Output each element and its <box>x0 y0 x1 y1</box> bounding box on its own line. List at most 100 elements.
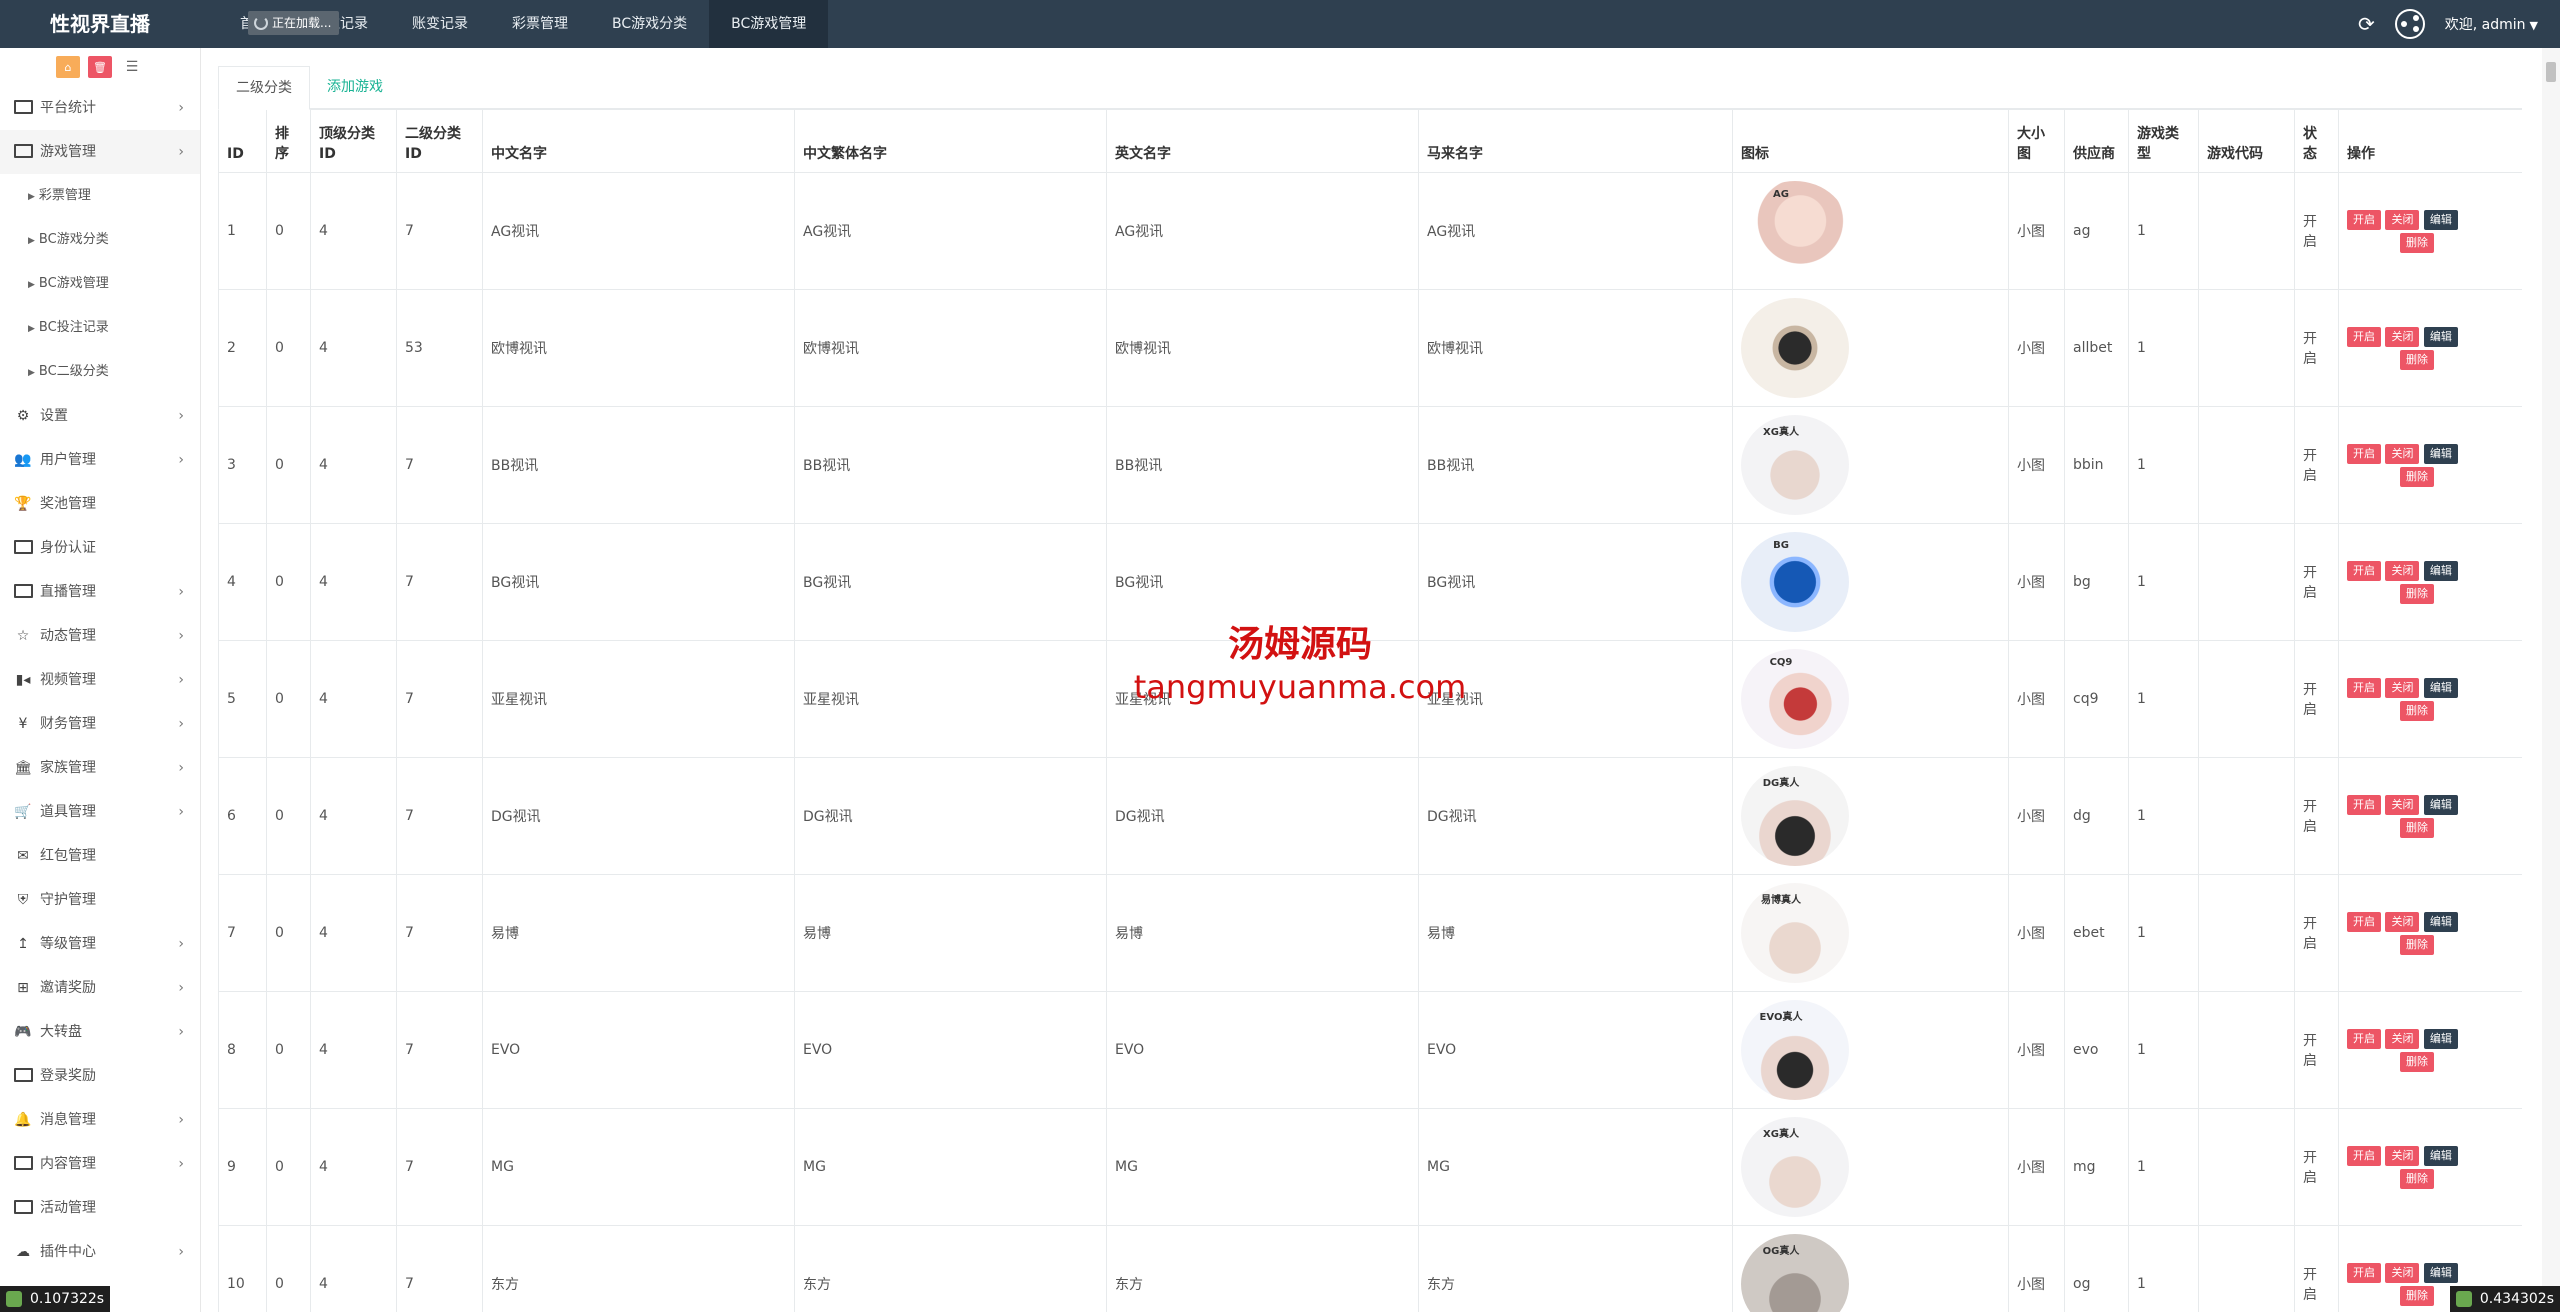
edit-button[interactable]: 编辑 <box>2423 444 2458 464</box>
open-button[interactable]: 开启 <box>2347 1029 2381 1049</box>
game-thumbnail[interactable]: BG <box>1741 532 1849 632</box>
open-button[interactable]: 开启 <box>2347 912 2381 932</box>
sidebar-item-game-management[interactable]: 游戏管理 › <box>0 130 200 174</box>
sidebar-item-users[interactable]: 👥 用户管理 › <box>0 438 200 482</box>
trash-icon[interactable]: 🗑 <box>88 56 112 78</box>
edit-button[interactable]: 编辑 <box>2423 210 2458 230</box>
close-button[interactable]: 关闭 <box>2385 795 2420 815</box>
open-button[interactable]: 开启 <box>2347 678 2381 698</box>
delete-button[interactable]: 删除 <box>2400 1169 2434 1189</box>
col-header-game-type[interactable]: 游戏类型 <box>2128 109 2199 173</box>
delete-button[interactable]: 删除 <box>2400 584 2434 604</box>
sidebar-item-login-reward[interactable]: 登录奖励 <box>0 1054 200 1098</box>
sidebar-item-platform-stats[interactable]: 平台统计 › <box>0 86 200 130</box>
sidebar-item-invite[interactable]: ⊞ 邀请奖励 › <box>0 966 200 1010</box>
edit-button[interactable]: 编辑 <box>2423 678 2458 698</box>
edit-button[interactable]: 编辑 <box>2423 1146 2458 1166</box>
sidebar-item-jackpot[interactable]: 🏆 奖池管理 <box>0 482 200 526</box>
top-nav-account-changes[interactable]: 账变记录 <box>390 0 490 48</box>
open-button[interactable]: 开启 <box>2347 327 2381 347</box>
close-button[interactable]: 关闭 <box>2385 561 2420 581</box>
game-thumbnail[interactable]: CQ9 <box>1741 649 1849 749</box>
close-button[interactable]: 关闭 <box>2385 1263 2420 1283</box>
sidebar-item-redpacket[interactable]: ✉ 红包管理 <box>0 834 200 878</box>
game-thumbnail[interactable]: OG真人 <box>1741 1234 1849 1312</box>
col-header-status[interactable]: 状态 <box>2294 109 2339 173</box>
sidebar-item-activities[interactable]: 活动管理 <box>0 1186 200 1230</box>
sidebar-item-live[interactable]: 直播管理 › <box>0 570 200 614</box>
scrollbar-thumb[interactable] <box>2546 62 2556 82</box>
game-thumbnail[interactable]: 易博真人 <box>1741 883 1849 983</box>
top-nav-bc-games[interactable]: BC游戏管理 <box>709 0 829 48</box>
sidebar-subitem-bc-games[interactable]: ▶ BC游戏管理 <box>0 262 200 306</box>
home-icon[interactable]: ⌂ <box>56 56 80 78</box>
game-thumbnail[interactable]: XG真人 <box>1741 1117 1849 1217</box>
sidebar-item-plugins[interactable]: ☁ 插件中心 › <box>0 1230 200 1274</box>
sidebar-item-wheel[interactable]: 🎮 大转盘 › <box>0 1010 200 1054</box>
game-thumbnail[interactable] <box>1741 298 1849 398</box>
sidebar-item-settings[interactable]: ⚙ 设置 › <box>0 394 200 438</box>
col-header-en-name[interactable]: 英文名字 <box>1106 109 1419 173</box>
delete-button[interactable]: 删除 <box>2400 467 2434 487</box>
edit-button[interactable]: 编辑 <box>2423 1263 2458 1283</box>
col-header-ms-name[interactable]: 马来名字 <box>1418 109 1733 173</box>
sidebar-item-moments[interactable]: ☆ 动态管理 › <box>0 614 200 658</box>
sidebar-item-finance[interactable]: ¥ 财务管理 › <box>0 702 200 746</box>
vertical-scrollbar[interactable] <box>2542 48 2560 1312</box>
game-thumbnail[interactable]: AG <box>1741 181 1849 281</box>
col-header-sort[interactable]: 排序 <box>266 109 311 173</box>
col-header-cn-name[interactable]: 中文名字 <box>482 109 795 173</box>
edit-button[interactable]: 编辑 <box>2423 912 2458 932</box>
game-thumbnail[interactable]: EVO真人 <box>1741 1000 1849 1100</box>
top-nav-lottery[interactable]: 彩票管理 <box>490 0 590 48</box>
col-header-size[interactable]: 大小图 <box>2008 109 2065 173</box>
col-header-top-category[interactable]: 顶级分类ID <box>310 109 397 173</box>
delete-button[interactable]: 删除 <box>2400 1286 2434 1306</box>
game-thumbnail[interactable]: DG真人 <box>1741 766 1849 866</box>
sidebar-subitem-bc-subcategories[interactable]: ▶ BC二级分类 <box>0 350 200 394</box>
sidebar-item-videos[interactable]: ▮◂ 视频管理 › <box>0 658 200 702</box>
col-header-icon[interactable]: 图标 <box>1732 109 2009 173</box>
edit-button[interactable]: 编辑 <box>2423 795 2458 815</box>
close-button[interactable]: 关闭 <box>2385 678 2420 698</box>
sidebar-item-family[interactable]: 🏛 家族管理 › <box>0 746 200 790</box>
tab-add-game[interactable]: 添加游戏 <box>310 66 400 108</box>
sidebar-item-content[interactable]: 内容管理 › <box>0 1142 200 1186</box>
delete-button[interactable]: 删除 <box>2400 935 2434 955</box>
sidebar-subitem-lottery[interactable]: ▶ 彩票管理 <box>0 174 200 218</box>
sidebar-subitem-bc-bets[interactable]: ▶ BC投注记录 <box>0 306 200 350</box>
list-icon[interactable]: ☰ <box>120 56 144 78</box>
close-button[interactable]: 关闭 <box>2385 444 2420 464</box>
game-thumbnail[interactable]: XG真人 <box>1741 415 1849 515</box>
delete-button[interactable]: 删除 <box>2400 350 2434 370</box>
col-header-tw-name[interactable]: 中文繁体名字 <box>794 109 1107 173</box>
edit-button[interactable]: 编辑 <box>2423 1029 2458 1049</box>
top-nav-bc-categories[interactable]: BC游戏分类 <box>590 0 709 48</box>
sidebar-item-messages[interactable]: 🔔 消息管理 › <box>0 1098 200 1142</box>
close-button[interactable]: 关闭 <box>2385 327 2420 347</box>
open-button[interactable]: 开启 <box>2347 1263 2381 1283</box>
refresh-icon[interactable]: ⟳ <box>2358 14 2375 34</box>
delete-button[interactable]: 删除 <box>2400 701 2434 721</box>
brand-logo[interactable]: 性视界直播 <box>0 0 200 48</box>
share-avatar-icon[interactable] <box>2394 9 2425 39</box>
open-button[interactable]: 开启 <box>2347 444 2381 464</box>
delete-button[interactable]: 删除 <box>2400 818 2434 838</box>
col-header-vendor[interactable]: 供应商 <box>2064 109 2129 173</box>
col-header-game-code[interactable]: 游戏代码 <box>2198 109 2295 173</box>
close-button[interactable]: 关闭 <box>2385 210 2420 230</box>
col-header-id[interactable]: ID <box>218 109 267 173</box>
open-button[interactable]: 开启 <box>2347 1146 2381 1166</box>
edit-button[interactable]: 编辑 <box>2423 561 2458 581</box>
delete-button[interactable]: 删除 <box>2400 1052 2434 1072</box>
delete-button[interactable]: 删除 <box>2400 233 2434 253</box>
open-button[interactable]: 开启 <box>2347 795 2381 815</box>
sidebar-item-levels[interactable]: ↥ 等级管理 › <box>0 922 200 966</box>
sidebar-item-guard[interactable]: ⛨ 守护管理 <box>0 878 200 922</box>
close-button[interactable]: 关闭 <box>2385 912 2420 932</box>
sidebar-subitem-bc-categories[interactable]: ▶ BC游戏分类 <box>0 218 200 262</box>
edit-button[interactable]: 编辑 <box>2423 327 2458 347</box>
close-button[interactable]: 关闭 <box>2385 1029 2420 1049</box>
sidebar-item-props[interactable]: 🛒 道具管理 › <box>0 790 200 834</box>
open-button[interactable]: 开启 <box>2347 561 2381 581</box>
